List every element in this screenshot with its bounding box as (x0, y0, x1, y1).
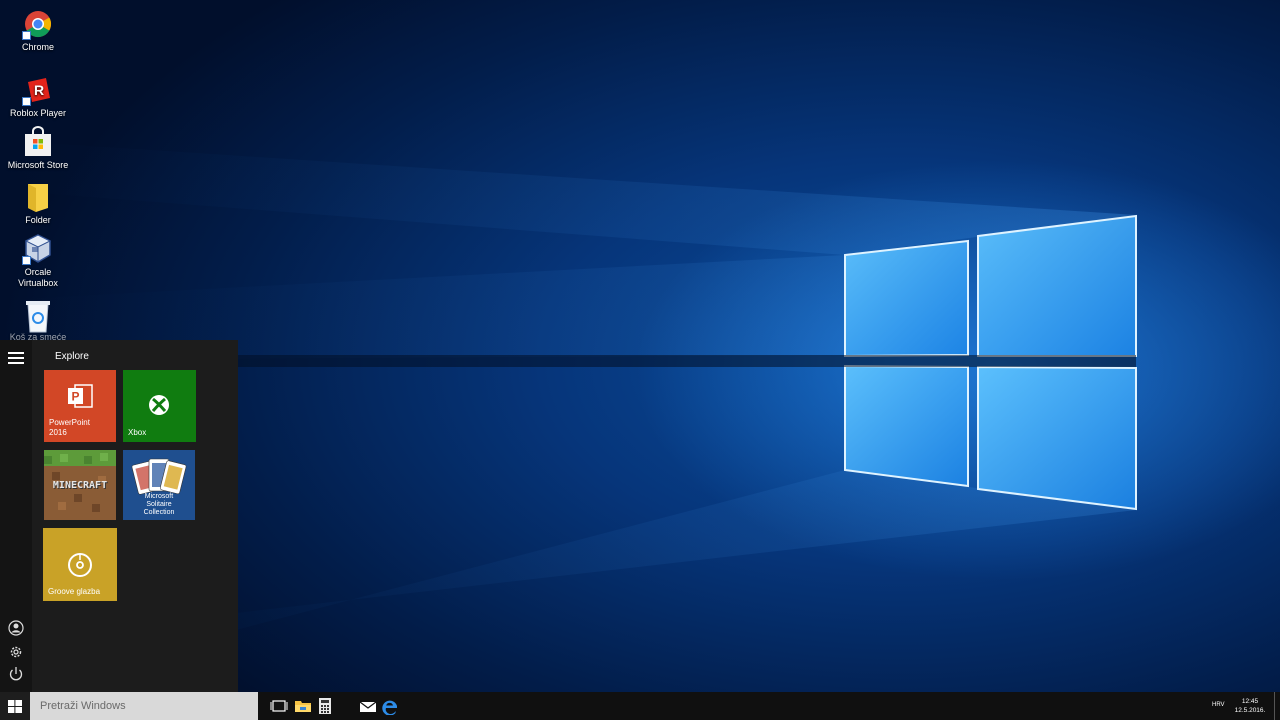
language-indicator[interactable]: HRV (1212, 702, 1225, 708)
tile-label: Microsoft Solitaire Collection (143, 493, 175, 516)
start-menu: Explore P PowerPoint 2016 Xbox MINECRAFT (0, 340, 238, 692)
desktop-icon-label: Roblox Player (9, 108, 67, 118)
virtualbox-icon (22, 233, 54, 265)
clock-time: 12:45 (1241, 698, 1259, 705)
calculator-icon[interactable] (316, 697, 334, 715)
solitaire-icon (131, 458, 187, 495)
tile-solitaire[interactable]: Microsoft Solitaire Collection (123, 450, 195, 520)
start-button[interactable] (0, 692, 30, 720)
start-menu-group-title: Explore (55, 351, 89, 362)
desktop-icon-label: Folder (25, 215, 51, 225)
edge-icon[interactable] (381, 697, 399, 716)
recycle-bin-icon (22, 298, 54, 333)
user-icon[interactable] (6, 618, 26, 638)
tile-label: Xbox (128, 428, 147, 437)
svg-text:R: R (34, 82, 44, 98)
system-clock[interactable]: 12:45 12.5.2016. (1228, 697, 1272, 715)
folder-icon (22, 181, 54, 213)
tile-label: PowerPoint 2016 (49, 418, 90, 437)
taskbar: Pretraži Windows HRV 12:45 12.5.2016. (0, 692, 1280, 720)
svg-text:P: P (71, 390, 79, 404)
settings-icon[interactable] (6, 642, 26, 662)
hamburger-menu-icon[interactable] (6, 349, 26, 369)
tile-label: Groove glazba (48, 587, 101, 596)
desktop-icon-label: Orcale Virtualbox (18, 267, 58, 288)
file-explorer-icon[interactable] (294, 697, 312, 715)
mail-icon[interactable] (359, 697, 377, 715)
desktop-icon-chrome[interactable]: Chrome (4, 8, 72, 53)
chrome-icon (22, 8, 54, 40)
desktop-icon-folder[interactable]: Folder (4, 181, 72, 226)
clock-date: 12.5.2016. (1234, 707, 1266, 714)
tile-minecraft[interactable]: MINECRAFT (44, 450, 116, 520)
groove-icon (68, 553, 92, 577)
desktop-icon-virtualbox[interactable]: Orcale Virtualbox (4, 233, 72, 289)
xbox-icon (149, 395, 169, 415)
powerpoint-icon: P (68, 384, 93, 408)
search-input[interactable]: Pretraži Windows (30, 692, 258, 720)
desktop-icon-label: Microsoft Store (7, 160, 69, 170)
roblox-icon: R (22, 74, 54, 106)
desktop-icon-recycle-bin[interactable]: Koš za smeće (4, 298, 72, 343)
start-rail (0, 340, 32, 692)
windows-logo-icon (8, 700, 22, 713)
tile-groove[interactable]: Groove glazba (43, 528, 117, 601)
store-icon (22, 126, 54, 158)
desktop-icon-label: Chrome (21, 42, 54, 52)
task-view-icon[interactable] (270, 697, 288, 715)
desktop-icon-roblox[interactable]: R Roblox Player (4, 74, 72, 119)
minecraft-logo-text: MINECRAFT (52, 480, 108, 491)
tile-powerpoint[interactable]: P PowerPoint 2016 (44, 370, 116, 442)
tile-xbox[interactable]: Xbox (123, 370, 196, 442)
power-icon[interactable] (6, 664, 26, 684)
desktop-icon-microsoft-store[interactable]: Microsoft Store (4, 126, 72, 171)
show-desktop-button[interactable] (1274, 692, 1275, 720)
